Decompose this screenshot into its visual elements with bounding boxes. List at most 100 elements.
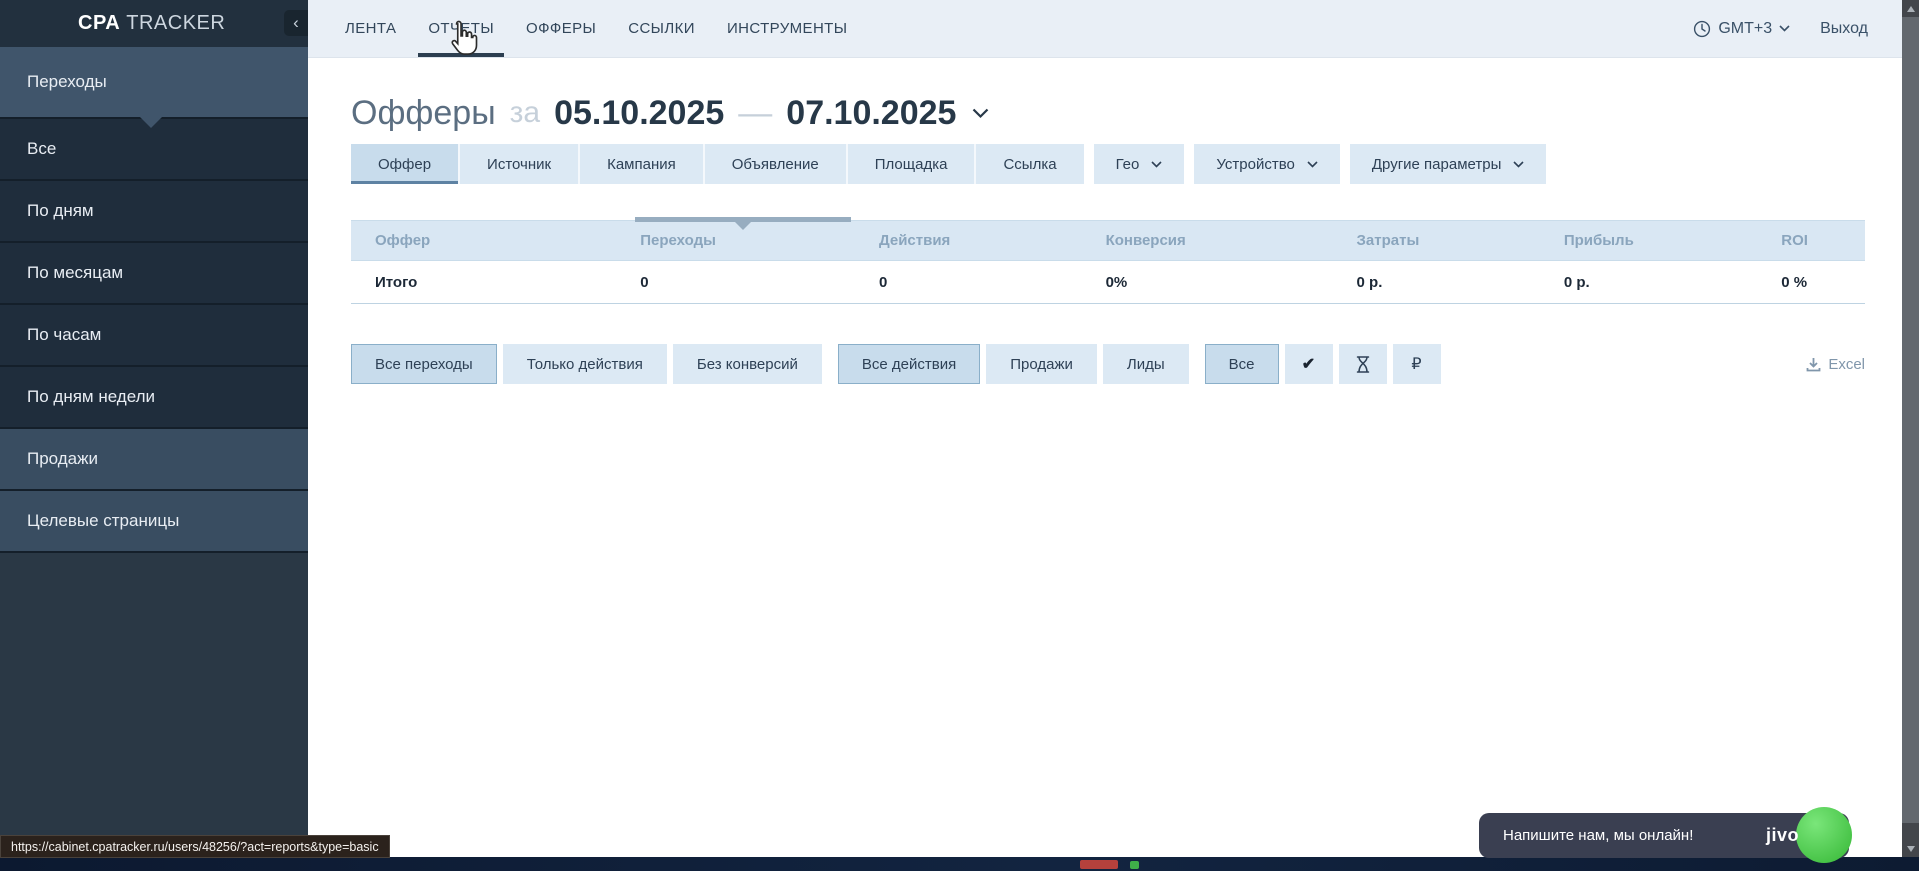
- sidebar-item-po-dnyam[interactable]: По дням: [0, 181, 308, 243]
- tab-kampaniya[interactable]: Кампания: [578, 144, 703, 184]
- filter-label: Все переходы: [375, 356, 473, 373]
- column-header-zatraty[interactable]: Затраты: [1333, 221, 1540, 261]
- sidebar-item-label: Продажи: [27, 449, 98, 469]
- status-filter-group: Все ✔ ₽: [1205, 344, 1441, 384]
- timezone-selector[interactable]: GMT+3: [1693, 20, 1790, 38]
- action-filter-group: Все действия Продажи Лиды: [838, 344, 1189, 384]
- chevron-down-icon: [1513, 161, 1524, 168]
- filter-paid-button[interactable]: ₽: [1393, 344, 1441, 384]
- tab-label: Источник: [487, 156, 551, 173]
- filter-lidy[interactable]: Лиды: [1103, 344, 1189, 384]
- column-header-pribyl[interactable]: Прибыль: [1540, 221, 1757, 261]
- logo-rest: TRACKER: [126, 12, 225, 34]
- hourglass-icon: [1356, 356, 1370, 373]
- report-title: Офферы за 05.10.2025 — 07.10.2025: [351, 92, 1865, 134]
- chevron-down-icon: [972, 108, 989, 119]
- filter-pending-button[interactable]: [1339, 344, 1387, 384]
- table-row-total: Итого 0 0 0% 0 р. 0 р. 0 %: [351, 261, 1865, 304]
- sidebar-item-po-mesyacam[interactable]: По месяцам: [0, 243, 308, 305]
- logo-bar: CPA TRACKER ‹: [0, 0, 308, 47]
- nav-item-otchety[interactable]: ОТЧЕТЫ: [418, 0, 504, 57]
- sidebar-item-celevye-stranicy[interactable]: Целевые страницы: [0, 491, 308, 553]
- date-range-toggle[interactable]: [972, 108, 989, 119]
- tab-obyavlenie[interactable]: Объявление: [703, 144, 846, 184]
- sidebar-item-perehody[interactable]: Переходы: [0, 47, 308, 119]
- logout-link[interactable]: Выход: [1820, 20, 1868, 38]
- tab-ssylka[interactable]: Ссылка: [974, 144, 1083, 184]
- nav-item-label: ИНСТРУМЕНТЫ: [727, 20, 848, 37]
- nav-item-offery[interactable]: ОФФЕРЫ: [516, 0, 606, 57]
- filter-prodazhi[interactable]: Продажи: [986, 344, 1097, 384]
- tab-ploshchadka[interactable]: Площадка: [846, 144, 975, 184]
- chat-message: Напишите нам, мы онлайн!: [1503, 827, 1693, 844]
- sidebar-menu: Переходы Все По дням По месяцам По часам…: [0, 47, 308, 553]
- column-header-konversiya[interactable]: Конверсия: [1082, 221, 1333, 261]
- scroll-up-button[interactable]: [1902, 0, 1919, 17]
- column-header-offer[interactable]: Оффер: [351, 221, 616, 261]
- nav-item-instrumenty[interactable]: ИНСТРУМЕНТЫ: [717, 0, 858, 57]
- total-deystviya: 0: [855, 261, 1082, 304]
- total-label: Итого: [351, 261, 616, 304]
- chat-widget[interactable]: Напишите нам, мы онлайн! jivo: [1479, 813, 1849, 858]
- sidebar-item-po-dnyam-nedeli[interactable]: По дням недели: [0, 367, 308, 429]
- filter-status-vse[interactable]: Все: [1205, 344, 1279, 384]
- ruble-icon: ₽: [1411, 354, 1421, 374]
- dimension-tabs-row: Оффер Источник Кампания Объявление Площа…: [351, 144, 1865, 184]
- date-to[interactable]: 07.10.2025: [786, 92, 956, 134]
- sidebar-collapse-button[interactable]: ‹: [284, 10, 308, 36]
- jivo-green-bubble-icon: [1796, 807, 1852, 863]
- sidebar-item-po-chasam[interactable]: По часам: [0, 305, 308, 367]
- triangle-down-icon: [1907, 846, 1915, 852]
- export-excel-button[interactable]: Excel: [1806, 356, 1865, 373]
- dropdown-geo[interactable]: Гео: [1094, 144, 1185, 184]
- check-icon: ✔: [1302, 354, 1315, 374]
- nav-item-lenta[interactable]: ЛЕНТА: [335, 0, 406, 57]
- sidebar-item-label: Переходы: [27, 72, 107, 92]
- nav-item-ssylki[interactable]: ССЫЛКИ: [618, 0, 705, 57]
- tab-offer[interactable]: Оффер: [351, 144, 458, 184]
- status-url: https://cabinet.cpatracker.ru/users/4825…: [11, 840, 379, 854]
- report-table: Оффер Переходы Действия Конверсия Затрат…: [351, 220, 1865, 304]
- app-logo[interactable]: CPA TRACKER: [78, 12, 225, 35]
- export-label: Excel: [1828, 356, 1865, 373]
- clock-icon: [1693, 20, 1711, 38]
- dropdown-ustroystvo[interactable]: Устройство: [1194, 144, 1339, 184]
- chevron-left-icon: ‹: [293, 13, 299, 33]
- traffic-filter-group: Все переходы Только действия Без конверс…: [351, 344, 822, 384]
- timezone-value: GMT+3: [1718, 20, 1772, 38]
- filter-bez-konversiy[interactable]: Без конверсий: [673, 344, 822, 384]
- vertical-scrollbar[interactable]: [1902, 0, 1919, 857]
- tab-label: Оффер: [378, 156, 431, 173]
- sidebar-item-prodazhi[interactable]: Продажи: [0, 429, 308, 491]
- sidebar-item-label: Все: [27, 139, 56, 159]
- logo-bold: CPA: [78, 12, 120, 34]
- nav-right: GMT+3 Выход: [1693, 0, 1902, 57]
- filter-vse-deystviya[interactable]: Все действия: [838, 344, 980, 384]
- column-sort-indicator[interactable]: [635, 217, 851, 222]
- triangle-up-icon: [1907, 6, 1915, 12]
- dropdown-drugie-parametry[interactable]: Другие параметры: [1350, 144, 1547, 184]
- filter-tolko-deystviya[interactable]: Только действия: [503, 344, 667, 384]
- tab-label: Кампания: [607, 156, 676, 173]
- top-navbar: ЛЕНТА ОТЧЕТЫ ОФФЕРЫ ССЫЛКИ ИНСТРУМЕНТЫ G…: [308, 0, 1902, 58]
- scrollbar-thumb[interactable]: [1902, 17, 1919, 823]
- sidebar-item-label: По дням: [27, 201, 94, 221]
- column-header-roi[interactable]: ROI: [1757, 221, 1865, 261]
- tab-istochnik[interactable]: Источник: [458, 144, 578, 184]
- total-perehody: 0: [616, 261, 855, 304]
- total-roi: 0 %: [1757, 261, 1865, 304]
- chevron-down-icon: [1307, 161, 1318, 168]
- total-konversiya: 0%: [1082, 261, 1333, 304]
- nav-item-label: ОТЧЕТЫ: [428, 20, 494, 37]
- date-from[interactable]: 05.10.2025: [554, 92, 724, 134]
- dropdown-label: Другие параметры: [1372, 156, 1502, 173]
- chevron-down-icon: [1151, 161, 1162, 168]
- filter-vse-perehody[interactable]: Все переходы: [351, 344, 497, 384]
- nav-items: ЛЕНТА ОТЧЕТЫ ОФФЕРЫ ССЫЛКИ ИНСТРУМЕНТЫ: [335, 0, 857, 57]
- sidebar-item-label: Целевые страницы: [27, 511, 179, 531]
- taskbar-strip: [0, 857, 1919, 871]
- filter-confirmed-button[interactable]: ✔: [1285, 344, 1333, 384]
- nav-item-label: ЛЕНТА: [345, 20, 396, 37]
- scroll-down-button[interactable]: [1902, 840, 1919, 857]
- column-header-deystviya[interactable]: Действия: [855, 221, 1082, 261]
